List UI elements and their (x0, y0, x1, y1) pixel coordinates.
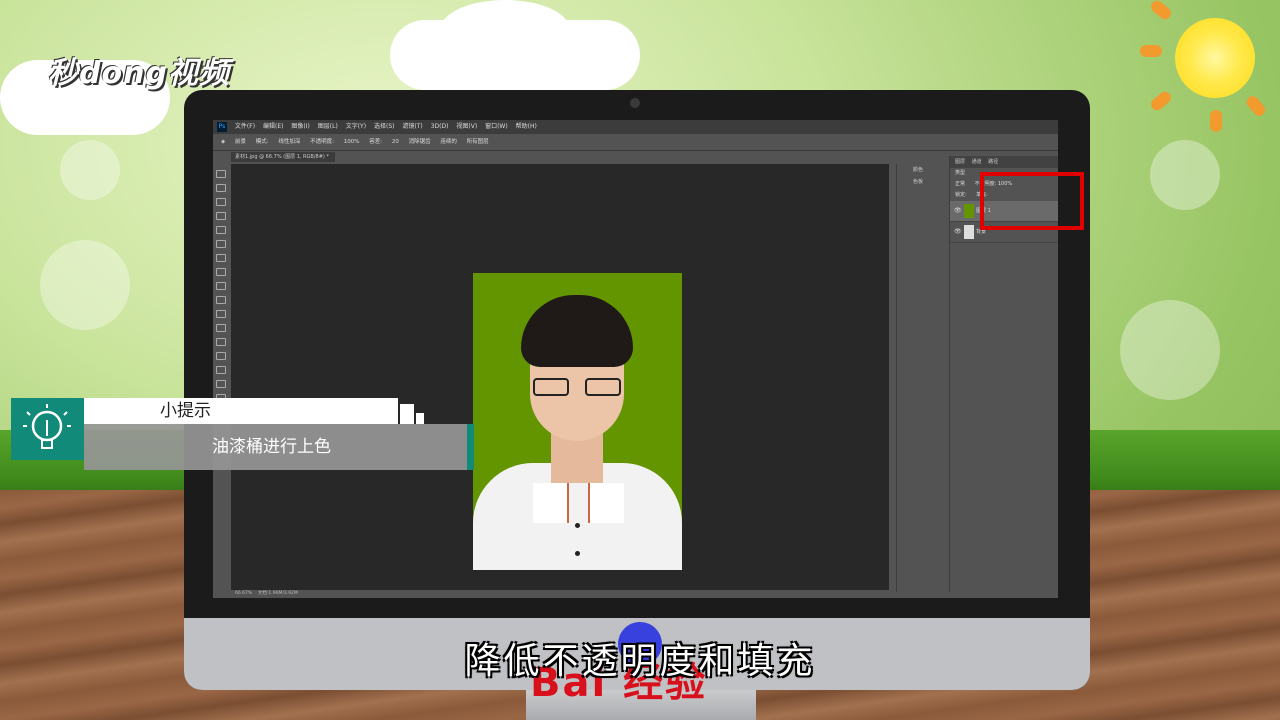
layers-panel-tabs: 图层 通道 路径 (950, 156, 1058, 168)
bokeh-light (1120, 300, 1220, 400)
bokeh-light (40, 240, 130, 330)
lasso-tool-icon[interactable] (216, 198, 226, 206)
opacity-fill-highlight-box (980, 172, 1084, 230)
sun-icon (1175, 18, 1255, 98)
dodge-tool-icon[interactable] (216, 352, 226, 360)
mode-select[interactable]: 线性加深 (278, 139, 300, 145)
tab-layers[interactable]: 图层 (955, 159, 965, 165)
options-bar: ◈ 前景 模式: 线性加深 不透明度: 100% 容差: 20 消除锯齿 连续的… (213, 134, 1058, 151)
blend-mode-select[interactable]: 正常 (955, 181, 965, 187)
antialias-checkbox[interactable]: 消除锯齿 (409, 139, 431, 145)
document-canvas[interactable] (231, 164, 889, 590)
cloud (440, 0, 570, 60)
sun-ray (1140, 45, 1162, 57)
eyedropper-tool-icon[interactable] (216, 240, 226, 248)
type-tool-icon[interactable] (216, 380, 226, 388)
pen-tool-icon[interactable] (216, 366, 226, 374)
photo-collar (588, 483, 624, 523)
visibility-eye-icon[interactable]: 👁 (954, 222, 962, 242)
fill-source-select[interactable]: 前景 (235, 139, 246, 145)
opacity-field[interactable]: 100% (344, 139, 360, 145)
menu-image[interactable]: 图像(I) (291, 123, 309, 130)
menu-filter[interactable]: 滤镜(T) (402, 123, 422, 130)
contiguous-checkbox[interactable]: 连续的 (440, 139, 457, 145)
bokeh-light (1150, 140, 1220, 210)
tools-panel (213, 164, 229, 592)
photo-glasses (533, 378, 623, 396)
menu-help[interactable]: 帮助(H) (516, 123, 537, 130)
visibility-eye-icon[interactable]: 👁 (954, 201, 962, 221)
brand-logo: 秒dong视频 (48, 56, 230, 91)
menu-type[interactable]: 文字(Y) (346, 123, 366, 130)
photoshop-window: Ps 文件(F) 编辑(E) 图像(I) 图层(L) 文字(Y) 选择(S) 滤… (213, 120, 1058, 598)
blur-tool-icon[interactable] (216, 338, 226, 346)
menu-bar: Ps 文件(F) 编辑(E) 图像(I) 图层(L) 文字(Y) 选择(S) 滤… (213, 120, 1058, 134)
menu-select[interactable]: 选择(S) (374, 123, 395, 130)
photo-hair (521, 295, 633, 367)
tip-accent-bar (467, 424, 474, 470)
status-bar: 66.67% 文档:1.96M/3.92M (231, 590, 893, 598)
tip-decoration (400, 404, 414, 424)
tip-decoration (416, 413, 424, 424)
menu-layer[interactable]: 图层(L) (318, 123, 338, 130)
move-tool-icon[interactable] (216, 170, 226, 178)
tolerance-field[interactable]: 20 (392, 139, 399, 145)
tip-title: 小提示 (84, 398, 398, 424)
layer-thumbnail (964, 225, 974, 239)
tip-icon-box (11, 398, 84, 460)
shirt-button (575, 551, 580, 556)
collapsed-panels: 颜色 色板 (896, 164, 949, 592)
lock-label: 锁定: (955, 192, 967, 198)
layer-thumbnail (964, 204, 974, 218)
eraser-tool-icon[interactable] (216, 310, 226, 318)
opacity-label: 不透明度: (310, 139, 334, 145)
video-subtitle: 降低不透明度和填充 (464, 641, 816, 682)
menu-window[interactable]: 窗口(W) (485, 123, 508, 130)
tolerance-label: 容差: (369, 139, 383, 145)
paint-bucket-tool-icon[interactable] (216, 324, 226, 332)
photoshop-app-icon: Ps (217, 122, 227, 132)
mode-label: 模式: (255, 139, 269, 145)
tab-channels[interactable]: 通道 (972, 159, 982, 165)
menu-edit[interactable]: 编辑(E) (263, 123, 283, 130)
menu-file[interactable]: 文件(F) (235, 123, 255, 130)
brush-tool-icon[interactable] (216, 268, 226, 276)
id-photo[interactable] (473, 273, 682, 570)
bokeh-light (60, 140, 120, 200)
swatches-panel-button[interactable]: 色板 (897, 176, 949, 188)
webcam-icon (630, 98, 640, 108)
sun-ray (1210, 110, 1222, 132)
tab-paths[interactable]: 路径 (988, 159, 998, 165)
color-panel-button[interactable]: 颜色 (897, 164, 949, 176)
marquee-tool-icon[interactable] (216, 184, 226, 192)
lightbulb-icon (23, 404, 71, 449)
photo-collar (533, 483, 569, 523)
all-layers-checkbox[interactable]: 所有图层 (467, 139, 489, 145)
shirt-button (575, 523, 580, 528)
magic-wand-tool-icon[interactable] (216, 212, 226, 220)
stamp-tool-icon[interactable] (216, 282, 226, 290)
menu-view[interactable]: 视图(V) (456, 123, 477, 130)
healing-tool-icon[interactable] (216, 254, 226, 262)
zoom-level[interactable]: 66.67% (235, 591, 252, 596)
menu-3d[interactable]: 3D(D) (431, 123, 449, 130)
crop-tool-icon[interactable] (216, 226, 226, 234)
paint-bucket-icon[interactable]: ◈ (221, 139, 225, 145)
history-brush-tool-icon[interactable] (216, 296, 226, 304)
tip-body: 油漆桶进行上色 (84, 424, 467, 470)
document-tab[interactable]: 素材1.jpg @ 66.7% (图层 1, RGB/8#) * (231, 152, 335, 162)
doc-info: 文档:1.96M/3.92M (257, 591, 298, 596)
